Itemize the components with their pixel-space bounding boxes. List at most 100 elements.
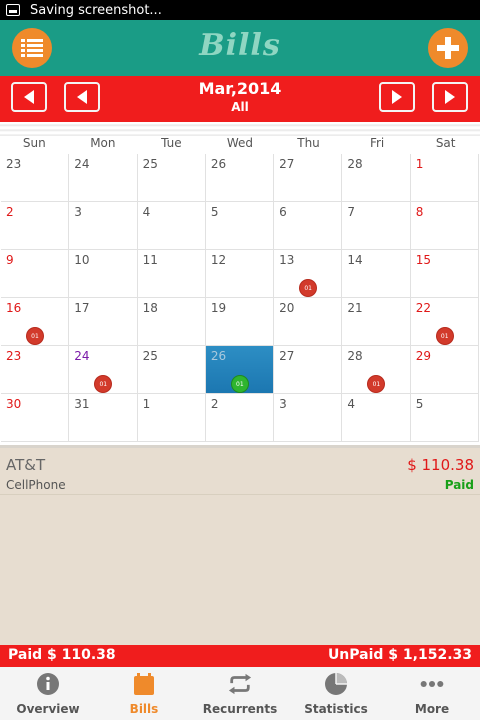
- day-number: 11: [142, 253, 158, 267]
- calendar-day[interactable]: 8: [410, 202, 479, 250]
- calendar-day[interactable]: 28 01: [342, 346, 411, 394]
- weekday-label: Wed: [226, 136, 254, 150]
- calendar-day[interactable]: 23: [1, 346, 70, 394]
- calendar-day[interactable]: 12: [205, 250, 275, 298]
- calendar-day[interactable]: 1: [410, 154, 479, 202]
- day-number: 2: [6, 205, 14, 219]
- calendar-day[interactable]: 2: [205, 394, 275, 442]
- calendar-day[interactable]: 24 01: [69, 346, 138, 394]
- calendar-day[interactable]: 16 01: [1, 298, 70, 346]
- calendar-day[interactable]: 4: [342, 394, 411, 442]
- day-number: 14: [347, 253, 363, 267]
- calendar-day[interactable]: 30: [1, 394, 70, 442]
- calendar-day[interactable]: 24: [69, 154, 138, 202]
- calendar-day[interactable]: 15: [410, 250, 479, 298]
- calendar-day[interactable]: 29: [410, 346, 479, 394]
- calendar-day[interactable]: 3: [274, 394, 343, 442]
- calendar-day[interactable]: 5: [205, 202, 275, 250]
- calendar-day[interactable]: 3: [69, 202, 138, 250]
- weekday-label: Sun: [22, 136, 46, 150]
- bill-count-badge: 01: [231, 376, 248, 392]
- tab-overview[interactable]: Overview: [0, 667, 96, 720]
- bill-count-badge: 01: [368, 376, 385, 392]
- tab-label: More: [414, 702, 450, 716]
- day-number: 29: [415, 349, 431, 363]
- calendar-day[interactable]: 5: [410, 394, 479, 442]
- day-number: 9: [6, 253, 14, 267]
- tab-bills[interactable]: Bills: [96, 667, 192, 720]
- calendar-day[interactable]: 26: [205, 154, 275, 202]
- calendar-day[interactable]: 6: [274, 202, 343, 250]
- status-text: Saving screenshot...: [30, 2, 162, 18]
- weekday-label: Tue: [161, 136, 182, 150]
- tab-label: Bills: [129, 702, 159, 716]
- day-number: 10: [74, 253, 90, 267]
- calendar-day[interactable]: 4: [137, 202, 206, 250]
- day-number: 26: [210, 349, 227, 363]
- calendar-day[interactable]: 27: [274, 154, 343, 202]
- calendar-day-today[interactable]: 26 01: [205, 346, 275, 394]
- calendar-day[interactable]: 23: [1, 154, 70, 202]
- bill-amount: $ 110.38: [407, 456, 474, 474]
- calendar-day[interactable]: 17: [69, 298, 138, 346]
- calendar-day[interactable]: 13 01: [274, 250, 343, 298]
- calendar-day[interactable]: 25: [137, 346, 206, 394]
- calendar-day[interactable]: 31: [69, 394, 138, 442]
- day-number: 25: [142, 157, 158, 171]
- calendar-day[interactable]: 21: [342, 298, 411, 346]
- bill-row[interactable]: AT&T $ 110.38 CellPhone Paid: [0, 451, 480, 495]
- arrow-right-icon: [445, 90, 455, 104]
- calendar-day[interactable]: 27: [274, 346, 343, 394]
- month-bar: Mar,2014 All: [0, 76, 480, 122]
- calendar-day[interactable]: 18: [137, 298, 206, 346]
- unpaid-total: UnPaid $ 1,152.33: [327, 647, 472, 663]
- day-number: 13: [279, 253, 295, 267]
- tab-more[interactable]: More: [384, 667, 480, 720]
- plus-icon: [437, 37, 459, 59]
- app-bar: Bills: [0, 20, 480, 76]
- day-number: 16: [6, 301, 22, 315]
- day-number: 6: [279, 205, 287, 219]
- app-root: Saving screenshot... Bills Mar,2014 All: [0, 0, 480, 720]
- repeat-icon: [228, 672, 252, 696]
- calendar-day[interactable]: 1: [137, 394, 206, 442]
- day-number: 18: [142, 301, 158, 315]
- pie-chart-icon: [324, 672, 348, 696]
- tab-label: Recurrents: [202, 702, 278, 716]
- tab-recurrents[interactable]: Recurrents: [192, 667, 288, 720]
- day-number: 4: [347, 397, 356, 411]
- calendar-day[interactable]: 20: [274, 298, 343, 346]
- bill-count-badge: 01: [95, 376, 112, 392]
- calendar-day[interactable]: 28: [342, 154, 411, 202]
- tab-label: Overview: [16, 702, 80, 716]
- calendar-day[interactable]: 9: [1, 250, 70, 298]
- tab-statistics[interactable]: Statistics: [288, 667, 384, 720]
- calendar-day[interactable]: 25: [137, 154, 206, 202]
- add-bill-button[interactable]: [428, 28, 468, 68]
- calendar-day[interactable]: 10: [69, 250, 138, 298]
- calendar-grid: 23 24 25 26 27 28 1 2 3 4 5 6 7 8 9 10 11 12 13 01 14 15 16 01 1…: [1, 154, 479, 442]
- totals-bar: Paid $ 110.38 UnPaid $ 1,152.33: [0, 645, 480, 667]
- day-number: 1: [415, 157, 424, 171]
- screenshot-icon: [6, 4, 20, 16]
- day-number: 12: [210, 253, 227, 267]
- next-year-button[interactable]: [432, 82, 468, 112]
- day-number: 8: [415, 205, 424, 219]
- calendar-day[interactable]: 14: [342, 250, 411, 298]
- calendar-icon: [132, 672, 156, 696]
- bill-name: AT&T: [6, 456, 46, 474]
- calendar: Sun Mon Tue Wed Thu Fri Sat 23 24 25 26 27 28…: [0, 122, 480, 448]
- calendar-day[interactable]: 11: [137, 250, 206, 298]
- next-month-button[interactable]: [379, 82, 415, 112]
- calendar-day[interactable]: 22 01: [410, 298, 479, 346]
- day-number: 3: [74, 205, 82, 219]
- info-icon: [36, 672, 60, 696]
- calendar-day[interactable]: 19: [205, 298, 275, 346]
- calendar-day[interactable]: 7: [342, 202, 411, 250]
- calendar-day[interactable]: 2: [1, 202, 70, 250]
- bill-count-badge: 01: [27, 328, 43, 344]
- day-number: 23: [6, 157, 22, 171]
- weekday-header: Sun Mon Tue Wed Thu Fri Sat: [0, 136, 480, 154]
- day-number: 19: [210, 301, 227, 315]
- weekday-label: Fri: [369, 136, 385, 150]
